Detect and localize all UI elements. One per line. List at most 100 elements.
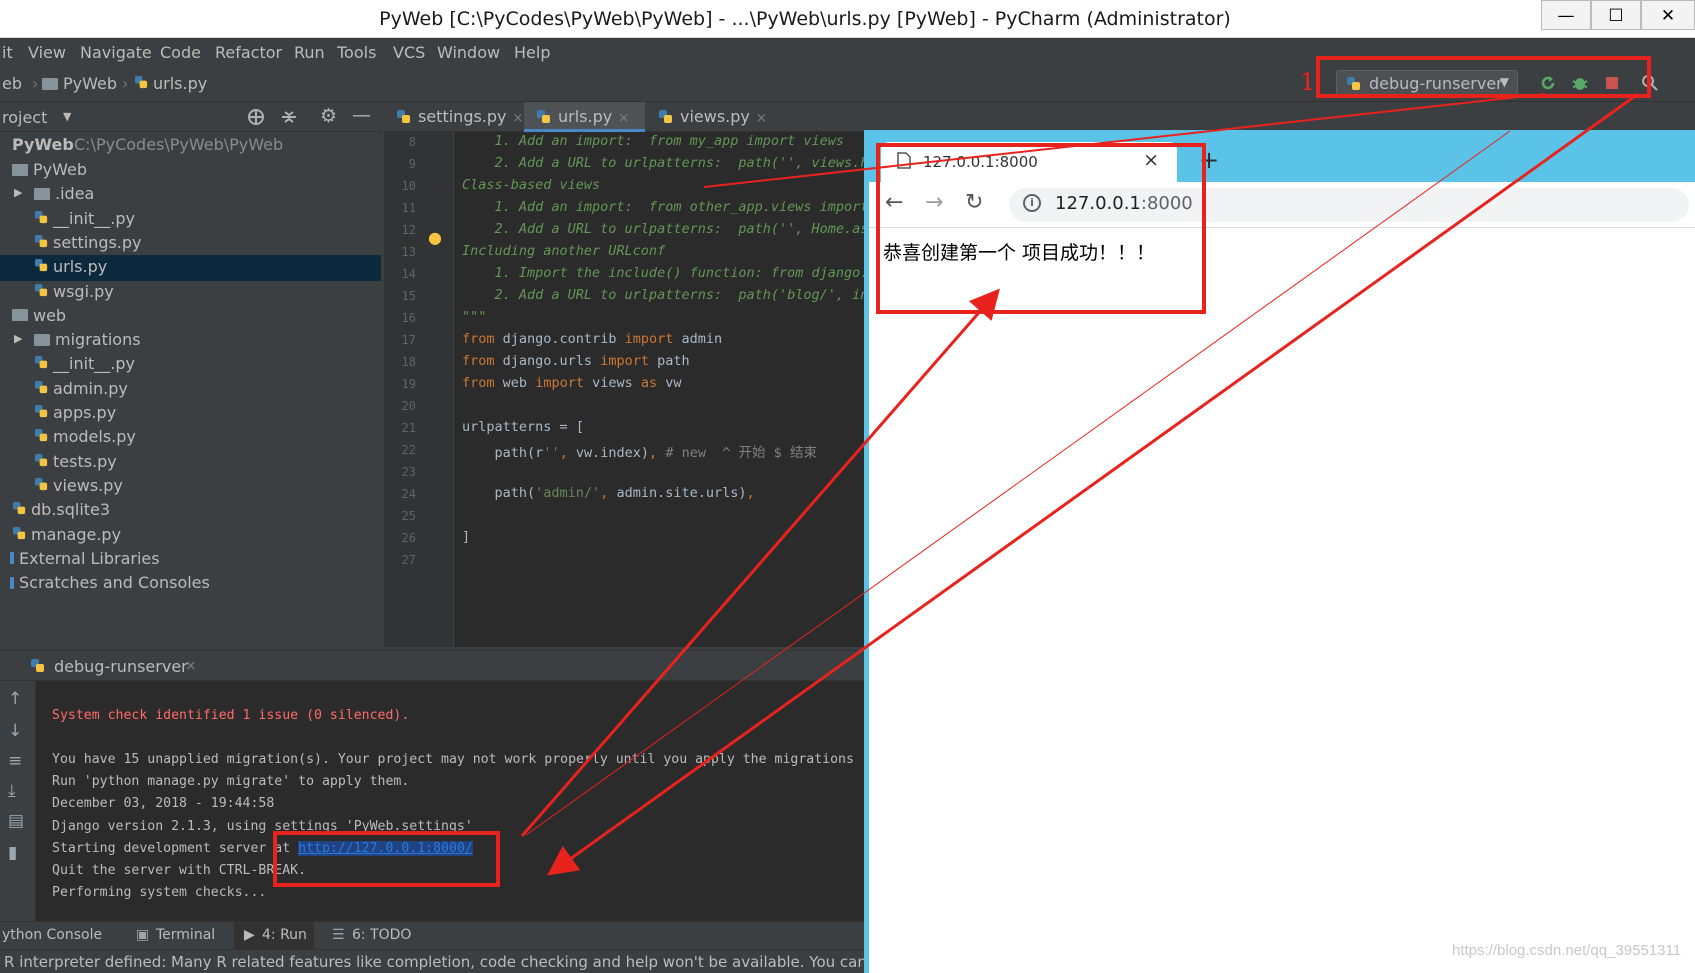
tree-item[interactable]: ▶ migrations xyxy=(0,328,381,354)
line-number: 8 xyxy=(408,135,416,149)
hide-panel-icon[interactable]: — xyxy=(352,104,371,126)
tree-item-content: __init__.py xyxy=(34,354,135,373)
line-number: 13 xyxy=(401,245,416,259)
tree-item[interactable]: urls.py xyxy=(0,255,381,282)
lightbulb-icon[interactable]: ● xyxy=(428,228,442,247)
line-number: 15 xyxy=(401,289,416,303)
tree-item[interactable]: models.py xyxy=(0,425,381,451)
code-line: from django.contrib import admin xyxy=(462,331,722,347)
close-button[interactable]: ✕ xyxy=(1641,0,1695,30)
tree-item[interactable]: apps.py xyxy=(0,401,381,427)
code-editor[interactable]: 1. Add an import: from my_app import vie… xyxy=(454,132,864,647)
code-line: path('admin/', admin.site.urls), xyxy=(462,485,755,501)
folder-icon xyxy=(12,163,28,176)
menu-code[interactable]: Code xyxy=(160,43,201,62)
console-line: Run 'python manage.py migrate' to apply … xyxy=(52,774,410,790)
tool-tab-todo[interactable]: 6: TODO xyxy=(352,927,411,943)
tree-item-content: __init__.py xyxy=(34,209,135,228)
menu-vcs[interactable]: VCS xyxy=(393,43,425,62)
tree-item-content: migrations xyxy=(34,330,141,349)
menu-window[interactable]: Window xyxy=(437,43,500,62)
line-number: 10 xyxy=(401,179,416,193)
run-panel-toolbar: ↑ ↓ ≡ ⤓ ▤ ▮ xyxy=(0,681,36,921)
soft-wrap-icon[interactable]: ≡ xyxy=(8,751,22,771)
breadcrumb-pyweb[interactable]: PyWeb xyxy=(42,74,117,93)
console-line: December 03, 2018 - 19:44:58 xyxy=(52,796,275,812)
tree-item-label: __init__.py xyxy=(53,354,136,374)
tree-item[interactable]: wsgi.py xyxy=(0,280,381,306)
scroll-to-end-icon[interactable]: ⤓ xyxy=(8,781,16,801)
tree-item-label: settings.py xyxy=(53,232,142,252)
python-icon xyxy=(31,659,44,672)
print-icon[interactable]: ▤ xyxy=(8,811,24,831)
tree-item[interactable]: __init__.py xyxy=(0,207,381,233)
scroll-up-icon[interactable]: ↑ xyxy=(8,689,22,709)
code-line: path(r'', vw.index), # new ^ 开始 $ 结束 xyxy=(462,441,817,461)
tree-item-label: manage.py xyxy=(31,524,122,544)
tree-item[interactable]: views.py xyxy=(0,474,381,500)
collapse-all-icon[interactable] xyxy=(280,108,298,126)
scroll-down-icon[interactable]: ↓ xyxy=(8,721,22,741)
menu-edit[interactable]: it xyxy=(2,43,13,62)
chevron-right-icon[interactable]: ▶ xyxy=(14,186,22,199)
code-line: 1. Add an import: from my_app import vie… xyxy=(462,133,845,149)
code-token: ) xyxy=(738,485,747,501)
python-file-icon xyxy=(34,429,48,442)
console-line: System check identified 1 issue (0 silen… xyxy=(52,708,410,723)
tree-item[interactable]: settings.py xyxy=(0,231,381,257)
trash-icon[interactable]: ▮ xyxy=(8,843,17,863)
tree-item[interactable]: PyWeb xyxy=(0,158,381,184)
project-panel-title[interactable]: roject xyxy=(2,108,47,127)
menu-refactor[interactable]: Refactor xyxy=(215,43,282,62)
tab-settings[interactable]: settings.py × xyxy=(384,102,523,132)
tree-item[interactable]: __init__.py xyxy=(0,352,381,378)
python-file-icon xyxy=(12,526,26,539)
menu-help[interactable]: Help xyxy=(514,43,550,62)
tool-tab-python-console[interactable]: ython Console xyxy=(2,927,102,943)
tree-item[interactable]: External Libraries xyxy=(0,547,381,573)
tree-item[interactable]: ▶ .idea xyxy=(0,182,381,208)
tool-tab-run[interactable]: 4: Run xyxy=(262,927,307,943)
menu-run[interactable]: Run xyxy=(294,43,325,62)
python-file-icon xyxy=(34,477,48,491)
menu-tools[interactable]: Tools xyxy=(337,43,376,62)
maximize-button[interactable]: ☐ xyxy=(1591,0,1641,30)
breadcrumb-project[interactable]: eb xyxy=(2,74,22,93)
run-tab-close-icon[interactable]: × xyxy=(185,658,197,674)
tree-item[interactable]: admin.py xyxy=(0,377,381,403)
minimize-button[interactable]: — xyxy=(1541,0,1591,30)
breadcrumb-file[interactable]: urls.py xyxy=(134,74,207,93)
code-line: ] xyxy=(462,529,470,545)
gear-icon[interactable]: ⚙ xyxy=(320,105,337,127)
tab-views[interactable]: views.py × xyxy=(646,102,774,132)
tree-item[interactable]: manage.py xyxy=(0,523,381,549)
tree-root[interactable]: PyWeb C:\PyCodes\PyWeb\PyWeb xyxy=(0,132,381,158)
menu-navigate[interactable]: Navigate xyxy=(80,43,152,62)
tree-item[interactable]: web xyxy=(0,304,381,330)
tree-item-content: views.py xyxy=(34,476,123,495)
watermark: https://blog.csdn.net/qq_39551311 xyxy=(1452,942,1682,959)
python-file-icon xyxy=(34,210,48,223)
tab-urls[interactable]: urls.py × xyxy=(524,102,645,132)
menu-view[interactable]: View xyxy=(28,43,66,62)
code-comment: 1. Add an import: from my_app import vie… xyxy=(462,133,845,149)
run-tab-label[interactable]: debug-runserver xyxy=(54,657,188,676)
tool-tab-terminal[interactable]: Terminal xyxy=(156,927,215,943)
code-token: , xyxy=(746,485,755,501)
locate-target-icon[interactable] xyxy=(247,108,265,126)
tree-item[interactable]: tests.py xyxy=(0,450,381,476)
tab-close-icon[interactable]: × xyxy=(513,111,524,126)
tree-item-content: settings.py xyxy=(34,233,142,252)
chevron-down-icon[interactable]: ▼ xyxy=(63,110,71,123)
tree-item[interactable]: db.sqlite3 xyxy=(0,498,381,524)
chevron-right-icon[interactable]: ▶ xyxy=(14,332,22,345)
tree-item-content: admin.py xyxy=(34,379,128,398)
tab-close-icon[interactable]: × xyxy=(756,111,767,126)
tab-close-icon[interactable]: × xyxy=(618,111,629,126)
tree-item-label: models.py xyxy=(53,427,136,447)
window-title: PyWeb [C:\PyCodes\PyWeb\PyWeb] - ...\PyW… xyxy=(379,8,1231,30)
tree-item[interactable]: Scratches and Consoles xyxy=(0,571,381,597)
